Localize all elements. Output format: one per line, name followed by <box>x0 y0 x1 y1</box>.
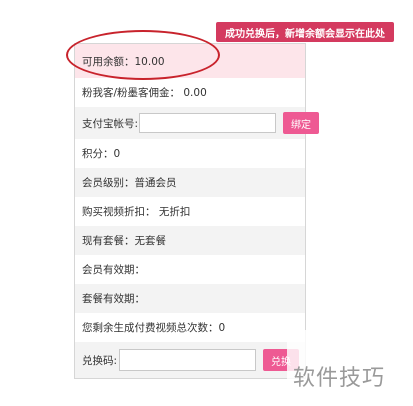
member-validity-row: 会员有效期： <box>75 255 305 284</box>
alipay-account-input[interactable] <box>139 113 276 133</box>
member-level-text: 会员级别：普通会员 <box>82 177 177 189</box>
balance-text: 可用余额：10.00 <box>82 55 165 68</box>
balance-row: 可用余额：10.00 <box>75 44 305 78</box>
redeem-row: 兑换码: 兑换 <box>75 342 305 378</box>
commission-text: 粉我客/粉墨客佣金： 0.00 <box>82 87 207 99</box>
member-level-row: 会员级别：普通会员 <box>75 168 305 197</box>
current-package-row: 现有套餐：无套餐 <box>75 226 305 255</box>
video-discount-text: 购买视频折扣： 无折扣 <box>82 206 191 218</box>
points-row: 积分：0 <box>75 139 305 168</box>
package-validity-text: 套餐有效期： <box>82 293 145 305</box>
points-text: 积分：0 <box>82 148 121 160</box>
current-package-text: 现有套餐：无套餐 <box>82 235 166 247</box>
commission-row: 粉我客/粉墨客佣金： 0.00 <box>75 78 305 107</box>
bind-button[interactable]: 绑定 <box>283 112 319 134</box>
package-validity-row: 套餐有效期： <box>75 284 305 313</box>
alipay-label: 支付宝帐号: <box>82 117 139 130</box>
watermark-text: 软件技巧 <box>293 366 386 391</box>
account-panel: 可用余额：10.00 粉我客/粉墨客佣金： 0.00 支付宝帐号: 绑定 积分：… <box>74 43 319 379</box>
callout-label: 成功兑换后，新增余额会显示在此处 <box>216 22 394 42</box>
video-discount-row: 购买视频折扣： 无折扣 <box>75 197 305 226</box>
alipay-row: 支付宝帐号: 绑定 <box>75 107 319 139</box>
remaining-generations-text: 您剩余生成付费视频总次数：0 <box>82 322 226 334</box>
redeem-label: 兑换码: <box>82 354 118 367</box>
redeem-button[interactable]: 兑换 <box>263 349 299 371</box>
redeem-code-input[interactable] <box>119 349 256 371</box>
remaining-generations-row: 您剩余生成付费视频总次数：0 <box>75 313 305 342</box>
member-validity-text: 会员有效期： <box>82 264 145 276</box>
